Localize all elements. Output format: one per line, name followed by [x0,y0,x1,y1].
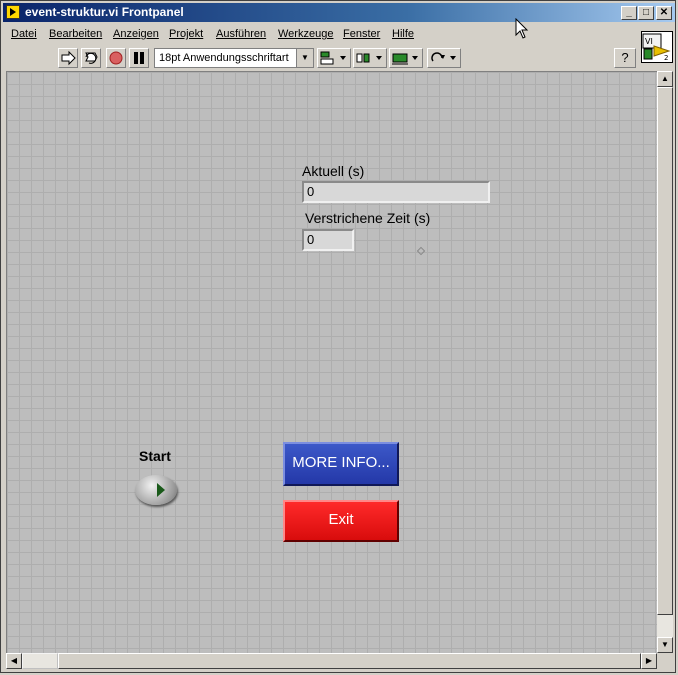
vertical-scrollbar[interactable]: ▲ ▼ [657,71,673,653]
svg-text:VI: VI [645,37,653,46]
mouse-cursor-icon [515,18,529,39]
scroll-right-icon[interactable]: ▶ [641,653,657,669]
menu-ausfuehren[interactable]: Ausführen [216,28,266,40]
maximize-button[interactable]: □ [638,6,654,20]
vi-icon: VI 2 [642,33,671,62]
menu-datei[interactable]: Datei [11,28,37,40]
aktuell-label: Aktuell (s) [302,163,365,179]
stop-circle-icon [109,51,123,65]
abort-button[interactable] [106,48,126,68]
scroll-left-icon[interactable]: ◀ [6,653,22,669]
vi-connector-icon[interactable]: VI 2 [641,31,673,63]
align-objects-button[interactable] [317,48,351,68]
resize-icon [392,53,418,65]
run-continuously-button[interactable] [81,48,101,68]
vertical-scroll-thumb[interactable] [657,87,673,615]
horizontal-scrollbar[interactable]: ◀ ▶ [6,653,657,669]
distribute-icon [356,53,382,63]
menu-bar: Datei Bearbeiten Anzeigen Projekt Ausfüh… [3,24,639,44]
toolbar: 18pt Anwendungsschriftart ▼ ? [3,45,639,71]
labview-app-icon [6,5,20,19]
pause-icon [134,52,144,64]
font-select-value: 18pt Anwendungsschriftart [159,52,289,64]
menu-fenster[interactable]: Fenster [343,28,380,40]
menu-bearbeiten[interactable]: Bearbeiten [49,28,102,40]
distribute-objects-button[interactable] [353,48,387,68]
close-button[interactable]: ✕ [656,6,672,20]
menu-hilfe[interactable]: Hilfe [392,28,414,40]
menu-werkzeuge[interactable]: Werkzeuge [278,28,333,40]
verstrichene-zeit-label: Verstrichene Zeit (s) [305,210,431,226]
start-label: Start [139,448,171,464]
verstrichene-zeit-indicator: 0 [302,229,354,251]
title-bar[interactable]: event-struktur.vi Frontpanel _ □ ✕ [3,3,675,22]
run-continuously-icon [85,52,98,64]
menu-anzeigen[interactable]: Anzeigen [113,28,159,40]
font-select[interactable]: 18pt Anwendungsschriftart ▼ [154,48,314,68]
align-icon [320,51,346,65]
more-info-button[interactable]: MORE INFO... [283,442,399,486]
reorder-icon [431,52,456,62]
resize-objects-button[interactable] [389,48,423,68]
context-help-button[interactable]: ? [614,48,636,68]
labview-window: event-struktur.vi Frontpanel _ □ ✕ Datei… [0,0,676,673]
start-button[interactable] [135,475,177,505]
horizontal-scroll-thumb[interactable] [58,653,641,669]
scroll-up-icon[interactable]: ▲ [657,71,673,87]
chevron-down-icon: ▼ [296,49,313,67]
scroll-down-icon[interactable]: ▼ [657,637,673,653]
pause-button[interactable] [129,48,149,68]
run-arrow-icon [61,50,76,66]
alignment-marker [416,246,426,256]
front-panel[interactable]: Aktuell (s) 0 Verstrichene Zeit (s) 0 St… [6,71,657,653]
vi-icon-badge: 2 [664,54,668,62]
run-button[interactable] [58,48,78,68]
minimize-button[interactable]: _ [621,6,637,20]
exit-button[interactable]: Exit [283,500,399,542]
window-title: event-struktur.vi Frontpanel [25,5,184,19]
horizontal-scroll-gap [22,653,58,669]
menu-projekt[interactable]: Projekt [169,28,203,40]
aktuell-indicator: 0 [302,181,490,203]
reorder-button[interactable] [427,48,461,68]
